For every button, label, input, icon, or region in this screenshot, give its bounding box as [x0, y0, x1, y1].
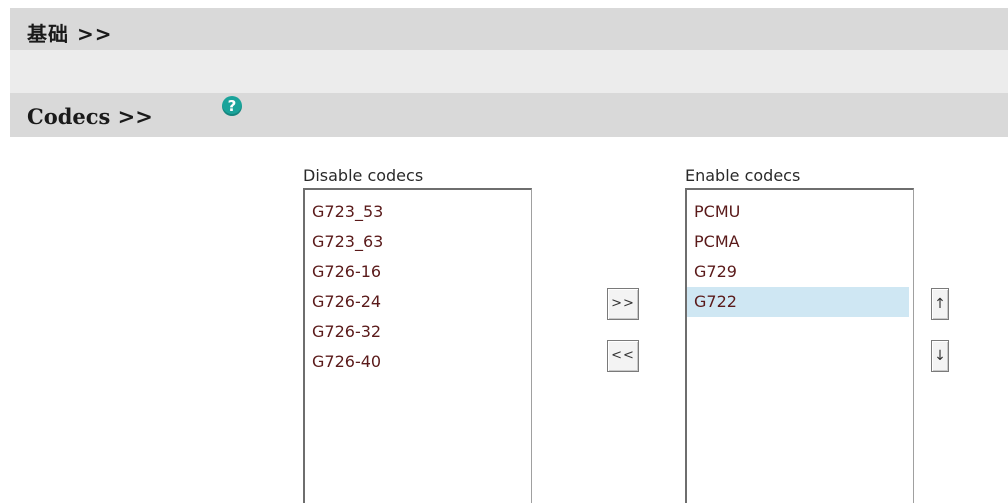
basic-section-header[interactable]: 基础 >>	[10, 8, 1008, 50]
basic-section-title[interactable]: 基础 >>	[27, 18, 112, 47]
codecs-section-header[interactable]: Codecs >> ?	[10, 93, 1008, 137]
arrow-down-icon: ↓	[934, 348, 946, 364]
help-icon[interactable]: ?	[222, 96, 242, 116]
move-to-disabled-button[interactable]: <<	[607, 340, 639, 372]
codec-option[interactable]: G726-40	[305, 347, 531, 377]
move-up-button[interactable]: ↑	[931, 288, 949, 320]
codec-option[interactable]: G726-24	[305, 287, 531, 317]
codec-option[interactable]: G729	[687, 257, 913, 287]
codec-option[interactable]: G723_53	[305, 197, 531, 227]
codec-option[interactable]: PCMU	[687, 197, 913, 227]
codec-option[interactable]: G722	[687, 287, 909, 317]
enable-codecs-label: Enable codecs	[685, 166, 801, 185]
codec-option[interactable]: PCMA	[687, 227, 913, 257]
codecs-section-label: Codecs >>	[27, 104, 153, 129]
codec-option[interactable]: G726-16	[305, 257, 531, 287]
codecs-section-title[interactable]: Codecs >>	[27, 104, 153, 129]
move-to-enabled-button[interactable]: >>	[607, 288, 639, 320]
disable-codecs-label: Disable codecs	[303, 166, 424, 185]
enable-codecs-listbox[interactable]: PCMU PCMA G729 G722	[685, 188, 914, 503]
disable-codecs-listbox[interactable]: G723_53 G723_63 G726-16 G726-24 G726-32 G726-…	[303, 188, 532, 503]
settings-panel: 基础 >> Codecs >> ? Disable codecs G723_53…	[10, 0, 1008, 503]
codec-option[interactable]: G726-32	[305, 317, 531, 347]
arrow-up-icon: ↑	[934, 296, 946, 312]
move-down-button[interactable]: ↓	[931, 340, 949, 372]
basic-section-body	[10, 50, 1008, 93]
codec-option[interactable]: G723_63	[305, 227, 531, 257]
